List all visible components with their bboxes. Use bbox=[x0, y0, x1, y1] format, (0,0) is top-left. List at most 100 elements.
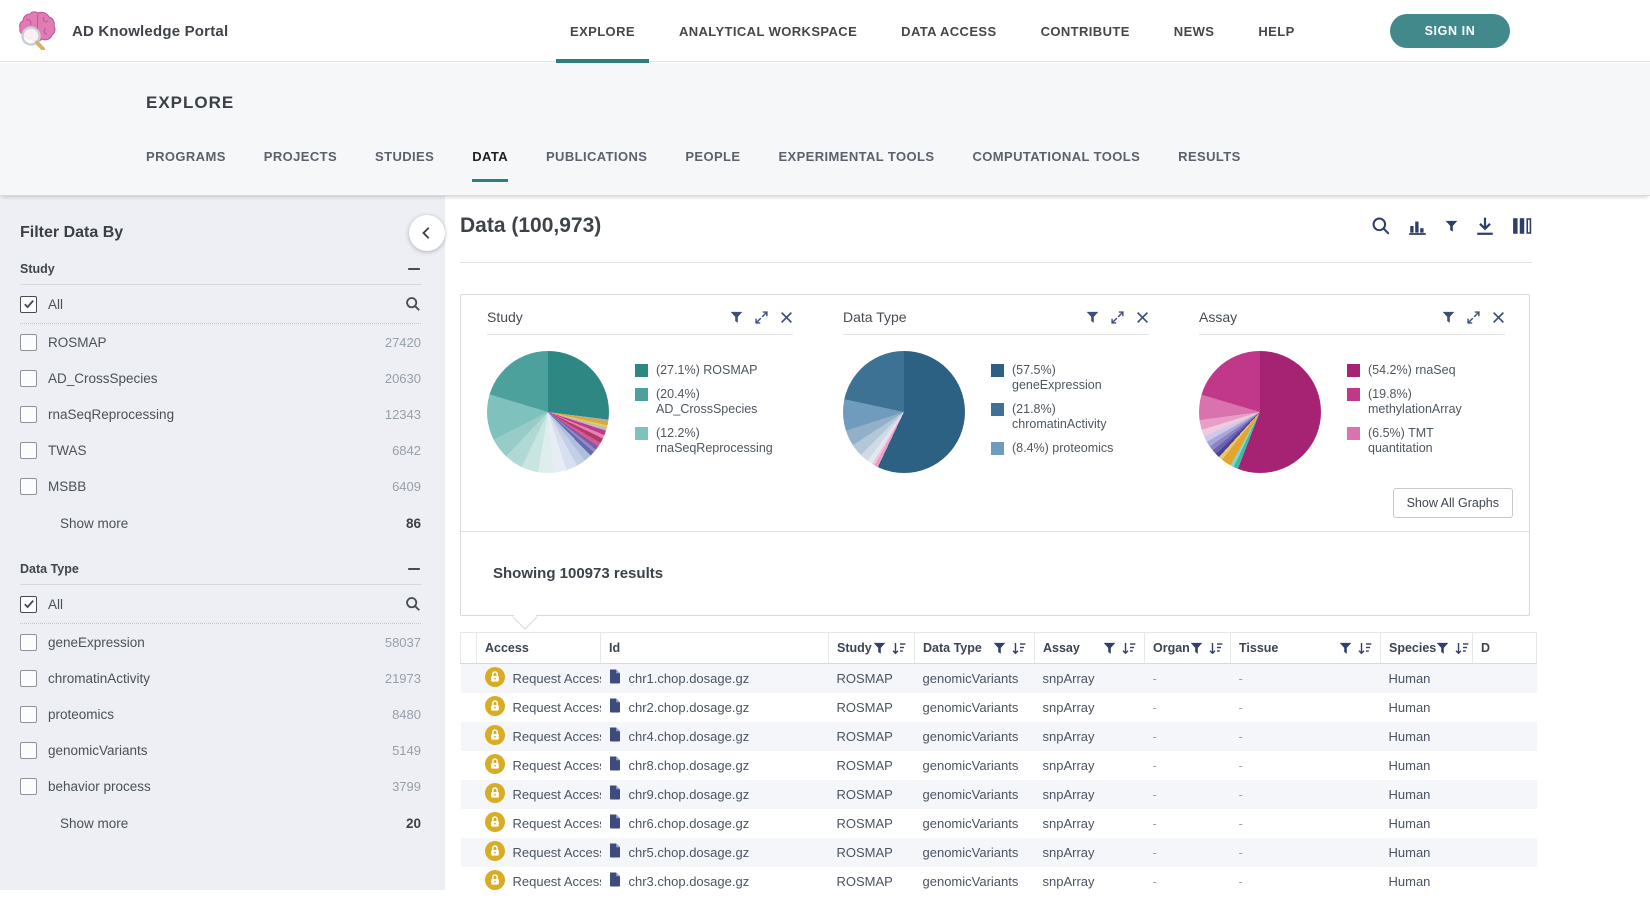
checkbox-proteomics[interactable] bbox=[20, 706, 37, 723]
request-access-link[interactable]: Request Access bbox=[513, 700, 601, 715]
collapse-section-icon[interactable] bbox=[407, 562, 421, 576]
checkbox-all[interactable] bbox=[20, 596, 37, 613]
lock-icon[interactable] bbox=[485, 870, 505, 893]
column-header-access[interactable]: Access bbox=[477, 633, 601, 664]
column-header-d[interactable]: D bbox=[1473, 633, 1537, 664]
tab-publications[interactable]: PUBLICATIONS bbox=[546, 149, 647, 182]
sort-icon[interactable] bbox=[892, 642, 906, 655]
tissue-cell: - bbox=[1231, 664, 1381, 693]
filter-icon[interactable] bbox=[1436, 642, 1449, 655]
checkbox-msbb[interactable] bbox=[20, 478, 37, 495]
sort-icon[interactable] bbox=[1122, 642, 1136, 655]
tab-people[interactable]: PEOPLE bbox=[685, 149, 740, 182]
close-icon[interactable] bbox=[780, 311, 793, 324]
collapse-section-icon[interactable] bbox=[407, 262, 421, 276]
checkbox-all[interactable] bbox=[20, 296, 37, 313]
file-link[interactable]: chr9.chop.dosage.gz bbox=[629, 787, 750, 802]
sort-icon[interactable] bbox=[1455, 642, 1469, 655]
sort-icon[interactable] bbox=[1012, 642, 1026, 655]
columns-icon[interactable] bbox=[1512, 216, 1532, 236]
lock-icon[interactable] bbox=[485, 667, 505, 690]
close-icon[interactable] bbox=[1136, 311, 1149, 324]
chart-actions bbox=[1442, 311, 1505, 324]
facet-search-icon[interactable] bbox=[405, 596, 421, 612]
nav-item-news[interactable]: NEWS bbox=[1174, 0, 1215, 62]
show-more-link[interactable]: Show more bbox=[60, 516, 128, 531]
checkbox-rosmap[interactable] bbox=[20, 334, 37, 351]
request-access-link[interactable]: Request Access bbox=[513, 787, 601, 802]
lock-icon[interactable] bbox=[485, 841, 505, 864]
sign-in-button[interactable]: SIGN IN bbox=[1390, 14, 1510, 48]
file-link[interactable]: chr3.chop.dosage.gz bbox=[629, 874, 750, 889]
file-link[interactable]: chr2.chop.dosage.gz bbox=[629, 700, 750, 715]
show-all-graphs-button[interactable]: Show All Graphs bbox=[1393, 488, 1513, 518]
nav-item-help[interactable]: HELP bbox=[1258, 0, 1294, 62]
filter-icon[interactable] bbox=[1086, 311, 1099, 324]
lock-icon[interactable] bbox=[485, 783, 505, 806]
checkbox-behavior-process[interactable] bbox=[20, 778, 37, 795]
checkbox-geneexpression[interactable] bbox=[20, 634, 37, 651]
lock-icon[interactable] bbox=[485, 754, 505, 777]
nav-item-explore[interactable]: EXPLORE bbox=[570, 0, 635, 62]
sidebar-collapse-button[interactable] bbox=[409, 215, 445, 251]
expand-icon[interactable] bbox=[1467, 311, 1480, 324]
column-header-organ[interactable]: Organ bbox=[1145, 633, 1231, 664]
request-access-link[interactable]: Request Access bbox=[513, 758, 601, 773]
column-header-species[interactable]: Species bbox=[1381, 633, 1473, 664]
file-link[interactable]: chr4.chop.dosage.gz bbox=[629, 729, 750, 744]
request-access-link[interactable]: Request Access bbox=[513, 874, 601, 889]
filter-icon[interactable] bbox=[730, 311, 743, 324]
file-link[interactable]: chr6.chop.dosage.gz bbox=[629, 816, 750, 831]
expand-icon[interactable] bbox=[1111, 311, 1124, 324]
sort-icon[interactable] bbox=[1358, 642, 1372, 655]
bar-chart-icon[interactable] bbox=[1408, 216, 1428, 236]
lock-icon[interactable] bbox=[485, 725, 505, 748]
lock-icon[interactable] bbox=[485, 812, 505, 835]
nav-item-data-access[interactable]: DATA ACCESS bbox=[901, 0, 996, 62]
sort-icon[interactable] bbox=[1209, 642, 1223, 655]
file-link[interactable]: chr1.chop.dosage.gz bbox=[629, 671, 750, 686]
checkbox-ad-crossspecies[interactable] bbox=[20, 370, 37, 387]
nav-item-analytical-workspace[interactable]: ANALYTICAL WORKSPACE bbox=[679, 0, 857, 62]
request-access-link[interactable]: Request Access bbox=[513, 816, 601, 831]
download-icon[interactable] bbox=[1475, 216, 1495, 236]
request-access-link[interactable]: Request Access bbox=[513, 845, 601, 860]
column-header-assay[interactable]: Assay bbox=[1035, 633, 1145, 664]
checkbox-rnaseqreprocessing[interactable] bbox=[20, 406, 37, 423]
filter-icon[interactable] bbox=[1339, 642, 1352, 655]
column-header-data-type[interactable]: Data Type bbox=[915, 633, 1035, 664]
filter-icon[interactable] bbox=[873, 642, 886, 655]
request-access-link[interactable]: Request Access bbox=[513, 671, 601, 686]
tab-programs[interactable]: PROGRAMS bbox=[146, 149, 226, 182]
brand[interactable]: AD Knowledge Portal bbox=[16, 8, 228, 55]
tab-projects[interactable]: PROJECTS bbox=[264, 149, 337, 182]
column-header-tissue[interactable]: Tissue bbox=[1231, 633, 1381, 664]
filter-icon[interactable] bbox=[1445, 220, 1458, 233]
checkbox-genomicvariants[interactable] bbox=[20, 742, 37, 759]
request-access-link[interactable]: Request Access bbox=[513, 729, 601, 744]
show-more-link[interactable]: Show more bbox=[60, 816, 128, 831]
filter-icon[interactable] bbox=[1442, 311, 1455, 324]
expand-icon[interactable] bbox=[755, 311, 768, 324]
file-link[interactable]: chr8.chop.dosage.gz bbox=[629, 758, 750, 773]
filter-icon[interactable] bbox=[1103, 642, 1116, 655]
tab-experimental-tools[interactable]: EXPERIMENTAL TOOLS bbox=[778, 149, 934, 182]
file-link[interactable]: chr5.chop.dosage.gz bbox=[629, 845, 750, 860]
nav-item-contribute[interactable]: CONTRIBUTE bbox=[1041, 0, 1130, 62]
checkbox-twas[interactable] bbox=[20, 442, 37, 459]
search-icon[interactable] bbox=[1371, 216, 1391, 236]
column-header-study[interactable]: Study bbox=[829, 633, 915, 664]
checkbox-chromatinactivity[interactable] bbox=[20, 670, 37, 687]
tab-data[interactable]: DATA bbox=[472, 149, 508, 182]
filter-icon[interactable] bbox=[993, 642, 1006, 655]
filter-icon[interactable] bbox=[1190, 642, 1203, 655]
tab-results[interactable]: RESULTS bbox=[1178, 149, 1241, 182]
data-table: AccessIdStudyData TypeAssayOrganTissueSp… bbox=[460, 632, 1537, 896]
facet-search-icon[interactable] bbox=[405, 296, 421, 312]
lock-icon[interactable] bbox=[485, 696, 505, 719]
close-icon[interactable] bbox=[1492, 311, 1505, 324]
facet-label: ROSMAP bbox=[48, 335, 385, 350]
tab-computational-tools[interactable]: COMPUTATIONAL TOOLS bbox=[972, 149, 1140, 182]
tab-studies[interactable]: STUDIES bbox=[375, 149, 434, 182]
column-header-id[interactable]: Id bbox=[601, 633, 829, 664]
